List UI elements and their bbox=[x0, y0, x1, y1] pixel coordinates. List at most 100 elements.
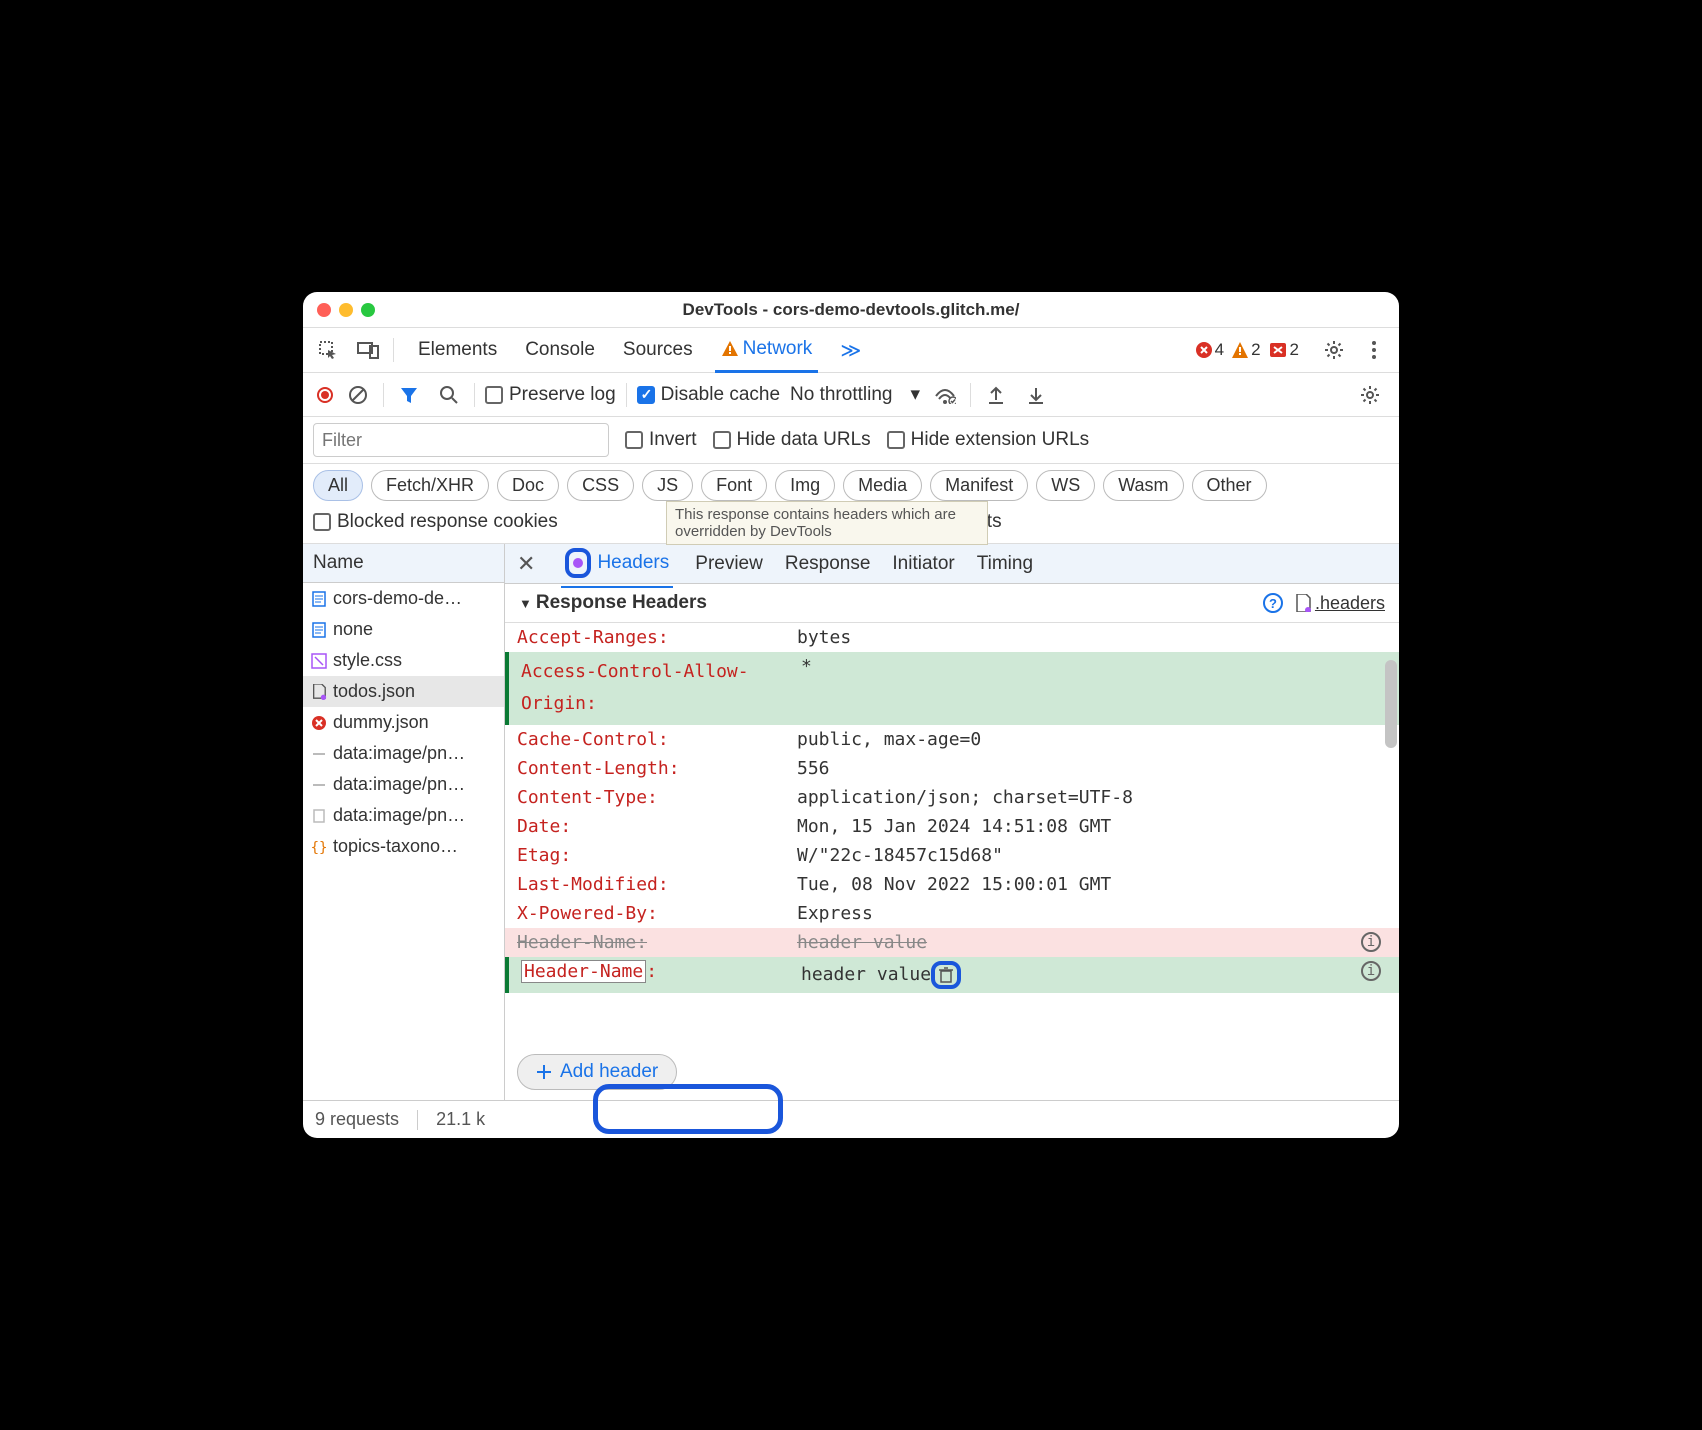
response-headers-section[interactable]: ▼Response Headers ? .headers bbox=[505, 584, 1399, 623]
hide-data-urls-checkbox[interactable]: Hide data URLs bbox=[713, 429, 871, 451]
blocked-cookies-checkbox[interactable]: Blocked response cookies bbox=[313, 511, 558, 533]
header-row: Date:Mon, 15 Jan 2024 14:51:08 GMT bbox=[505, 812, 1399, 841]
filter-pill-other[interactable]: Other bbox=[1192, 470, 1267, 501]
filter-pill-css[interactable]: CSS bbox=[567, 470, 634, 501]
header-row: Content-Type:application/json; charset=U… bbox=[505, 783, 1399, 812]
trash-icon[interactable] bbox=[939, 967, 953, 983]
info-icon[interactable]: i bbox=[1361, 961, 1381, 981]
filter-pill-all[interactable]: All bbox=[313, 470, 363, 501]
main-area: Name cors-demo-de…nonestyle.csstodos.jso… bbox=[303, 544, 1399, 1100]
filter-pill-wasm[interactable]: Wasm bbox=[1103, 470, 1183, 501]
warnings-badge[interactable]: 2 bbox=[1232, 340, 1260, 360]
help-icon[interactable]: ? bbox=[1263, 593, 1283, 613]
error-badges: 4 2 2 bbox=[1196, 340, 1299, 360]
filter-pill-img[interactable]: Img bbox=[775, 470, 835, 501]
inspect-icon[interactable] bbox=[313, 335, 343, 365]
close-window-button[interactable] bbox=[317, 303, 331, 317]
network-settings-icon[interactable] bbox=[1355, 380, 1385, 410]
status-footer: 9 requests 21.1 k bbox=[303, 1100, 1399, 1138]
svg-text:?: ? bbox=[1269, 596, 1277, 611]
detail-pane: ✕ Headers Preview Response Initiator Tim… bbox=[505, 544, 1399, 1100]
filter-pill-ws[interactable]: WS bbox=[1036, 470, 1095, 501]
header-row: Cache-Control:public, max-age=0 bbox=[505, 725, 1399, 754]
upload-har-icon[interactable] bbox=[981, 380, 1011, 410]
record-button[interactable] bbox=[317, 387, 333, 403]
errors-badge[interactable]: 4 bbox=[1196, 340, 1224, 360]
detail-tab-initiator[interactable]: Initiator bbox=[892, 553, 954, 575]
detail-tab-response[interactable]: Response bbox=[785, 553, 871, 575]
tab-sources[interactable]: Sources bbox=[617, 329, 699, 371]
detail-tabs: ✕ Headers Preview Response Initiator Tim… bbox=[505, 544, 1399, 584]
warning-icon bbox=[1232, 342, 1248, 358]
titlebar: DevTools - cors-demo-devtools.glitch.me/ bbox=[303, 292, 1399, 328]
request-row[interactable]: {}topics-taxono… bbox=[303, 831, 504, 862]
plus-icon bbox=[536, 1064, 552, 1080]
tab-network[interactable]: Network bbox=[715, 328, 819, 373]
header-row: X-Powered-By:Express bbox=[505, 899, 1399, 928]
kebab-menu-icon[interactable] bbox=[1359, 335, 1389, 365]
filter-bar: Invert Hide data URLs Hide extension URL… bbox=[303, 417, 1399, 464]
disable-cache-checkbox[interactable]: Disable cache bbox=[637, 384, 780, 406]
settings-icon[interactable] bbox=[1319, 335, 1349, 365]
maximize-window-button[interactable] bbox=[361, 303, 375, 317]
header-row: Access-Control-Allow-Origin:* bbox=[505, 652, 1399, 725]
override-indicator-highlight bbox=[565, 548, 591, 578]
issues-badge[interactable]: 2 bbox=[1269, 340, 1299, 360]
tab-elements[interactable]: Elements bbox=[412, 329, 503, 371]
filter-pill-manifest[interactable]: Manifest bbox=[930, 470, 1028, 501]
request-row[interactable]: data:image/pn… bbox=[303, 800, 504, 831]
extra-filters-row: Blocked response cookies This response c… bbox=[303, 507, 1399, 544]
detail-tab-headers[interactable]: Headers bbox=[561, 544, 673, 588]
headers-file-link[interactable]: .headers bbox=[1295, 593, 1385, 614]
filter-pill-fetchxhr[interactable]: Fetch/XHR bbox=[371, 470, 489, 501]
header-row: Etag:W/"22c-18457c15d68" bbox=[505, 841, 1399, 870]
download-har-icon[interactable] bbox=[1021, 380, 1051, 410]
network-toolbar: Preserve log Disable cache No throttling… bbox=[303, 373, 1399, 417]
header-row: Last-Modified:Tue, 08 Nov 2022 15:00:01 … bbox=[505, 870, 1399, 899]
minimize-window-button[interactable] bbox=[339, 303, 353, 317]
filter-input[interactable] bbox=[313, 423, 609, 457]
svg-text:{}: {} bbox=[311, 840, 327, 855]
request-row[interactable]: dummy.json bbox=[303, 707, 504, 738]
request-list: Name cors-demo-de…nonestyle.csstodos.jso… bbox=[303, 544, 505, 1100]
request-row[interactable]: data:image/pn… bbox=[303, 769, 504, 800]
clear-button[interactable] bbox=[343, 380, 373, 410]
header-row: Content-Length:556 bbox=[505, 754, 1399, 783]
filter-pill-js[interactable]: JS bbox=[642, 470, 693, 501]
invert-checkbox[interactable]: Invert bbox=[625, 429, 697, 451]
section-title-text: Response Headers bbox=[536, 592, 707, 614]
filter-pill-doc[interactable]: Doc bbox=[497, 470, 559, 501]
detail-tab-preview[interactable]: Preview bbox=[695, 553, 763, 575]
scrollbar-thumb[interactable] bbox=[1385, 660, 1397, 748]
request-row[interactable]: cors-demo-de… bbox=[303, 583, 504, 614]
header-row: Accept-Ranges:bytes bbox=[505, 623, 1399, 652]
headers-list: Accept-Ranges:bytesAccess-Control-Allow-… bbox=[505, 623, 1399, 1044]
header-row[interactable]: Header-Name:header valuei bbox=[505, 957, 1399, 993]
info-icon[interactable]: i bbox=[1361, 932, 1381, 952]
detail-tab-timing[interactable]: Timing bbox=[977, 553, 1033, 575]
warning-icon bbox=[721, 340, 739, 358]
request-row[interactable]: none bbox=[303, 614, 504, 645]
delete-header-highlight bbox=[931, 961, 961, 989]
filter-icon[interactable] bbox=[394, 380, 424, 410]
hide-ext-urls-checkbox[interactable]: Hide extension URLs bbox=[887, 429, 1089, 451]
filter-pill-media[interactable]: Media bbox=[843, 470, 922, 501]
close-detail-button[interactable]: ✕ bbox=[517, 551, 535, 577]
request-row[interactable]: todos.json bbox=[303, 676, 504, 707]
add-header-button[interactable]: Add header bbox=[517, 1054, 677, 1090]
more-tabs-button[interactable]: ≫ bbox=[840, 338, 861, 363]
request-row[interactable]: data:image/pn… bbox=[303, 738, 504, 769]
network-conditions-icon[interactable] bbox=[930, 380, 960, 410]
request-list-header[interactable]: Name bbox=[303, 544, 504, 583]
device-icon[interactable] bbox=[353, 335, 383, 365]
preserve-log-checkbox[interactable]: Preserve log bbox=[485, 384, 616, 406]
devtools-window: DevTools - cors-demo-devtools.glitch.me/… bbox=[303, 292, 1399, 1138]
error-icon bbox=[1196, 342, 1212, 358]
tab-console[interactable]: Console bbox=[519, 329, 601, 371]
search-icon[interactable] bbox=[434, 380, 464, 410]
throttling-select[interactable]: No throttling▾ bbox=[790, 383, 920, 406]
transfer-size: 21.1 k bbox=[436, 1109, 485, 1130]
request-count: 9 requests bbox=[315, 1109, 399, 1130]
request-row[interactable]: style.css bbox=[303, 645, 504, 676]
filter-pill-font[interactable]: Font bbox=[701, 470, 767, 501]
